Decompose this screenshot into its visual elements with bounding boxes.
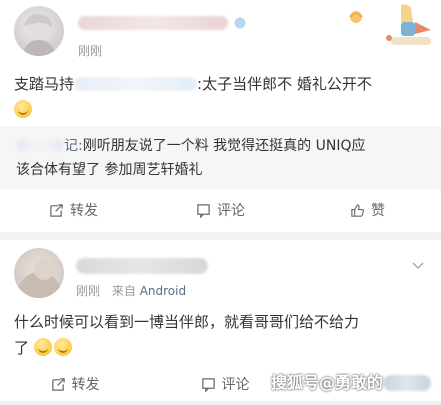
post-actions: 转发 评论 赞 xyxy=(0,189,441,231)
post-meta: 刚刚 来自 Android xyxy=(76,282,186,299)
chevron-down-icon[interactable] xyxy=(410,258,426,274)
thinking-emoji-icon xyxy=(53,338,72,356)
username[interactable] xyxy=(76,258,208,274)
post-time: 刚刚 xyxy=(78,44,103,58)
badge-icon xyxy=(232,15,248,31)
comment-label: 评论 xyxy=(217,203,245,219)
repost-text: 记:刚听朋友说了一个料 我觉得还挺真的 UNIQ应 该合体有望了 参加周艺轩婚礼 xyxy=(16,134,366,182)
like-label: 赞 xyxy=(371,203,385,219)
post-body: 什么时候可以看到一博当伴郎，就看哥哥们给不给力 xyxy=(14,313,360,331)
post-text-end: 了 xyxy=(14,339,30,357)
repost-box[interactable]: 记:刚听朋友说了一个料 我觉得还挺真的 UNIQ应 该合体有望了 参加周艺轩婚礼 xyxy=(0,126,441,189)
post-time: 刚刚 xyxy=(76,284,101,298)
comment-icon xyxy=(197,203,210,218)
repost-label: 转发 xyxy=(70,203,98,219)
username[interactable] xyxy=(78,16,228,30)
repost-button[interactable]: 转发 xyxy=(0,200,147,220)
post-text-start: 支踏马持 xyxy=(14,75,75,93)
repost-icon xyxy=(50,203,63,217)
avatar[interactable] xyxy=(14,6,64,56)
post-actions: 转发 评论 xyxy=(0,363,300,405)
thinking-emoji-icon xyxy=(14,100,32,118)
post-text-end: :太子当伴郎不 婚礼公开不 xyxy=(197,75,372,93)
thumbs-up-icon xyxy=(351,203,365,217)
comment-button[interactable]: 评论 xyxy=(147,200,294,220)
comment-icon xyxy=(201,377,215,392)
source-prefix: 来自 xyxy=(111,284,136,298)
post-body-line2: 了 xyxy=(14,335,74,361)
post-card: 刚刚 来自 Android 什么时候可以看到一博当伴郎，就看哥哥们给不给力 了 … xyxy=(0,240,441,401)
redacted-mention[interactable] xyxy=(74,77,198,91)
post-body: 支踏马持 :太子当伴郎不 婚礼公开不 xyxy=(14,71,372,97)
like-button[interactable]: 赞 xyxy=(294,200,441,220)
source-name[interactable]: Android xyxy=(140,284,186,298)
repost-icon xyxy=(51,377,65,391)
card-separator xyxy=(0,232,441,240)
watermark: 搜狐号@勇敢的 xyxy=(270,373,383,392)
repost-button[interactable]: 转发 xyxy=(0,374,150,394)
repost-user-suffix: 记: xyxy=(64,138,83,154)
thinking-emoji-icon xyxy=(33,338,52,356)
repost-line-1: 刚听朋友说了一个料 我觉得还挺真的 UNIQ应 xyxy=(82,138,366,154)
repost-label: 转发 xyxy=(71,377,100,393)
repost-line-2: 该合体有望了 参加周艺轩婚礼 xyxy=(16,162,203,178)
avatar[interactable] xyxy=(14,248,64,298)
post-card: 刚刚 支踏马持 :太子当伴郎不 婚礼公开不 记:刚听朋友说了一个料 我觉得还挺真的… xyxy=(0,0,441,232)
decorative-card-image xyxy=(349,4,431,45)
post-body-line2 xyxy=(14,97,34,123)
comment-label: 评论 xyxy=(221,377,250,393)
redacted-repost-user[interactable] xyxy=(16,139,64,151)
watermark-redacted-tail xyxy=(383,375,431,391)
weibo-feed: 刚刚 支踏马持 :太子当伴郎不 婚礼公开不 记:刚听朋友说了一个料 我觉得还挺真的… xyxy=(0,0,441,401)
